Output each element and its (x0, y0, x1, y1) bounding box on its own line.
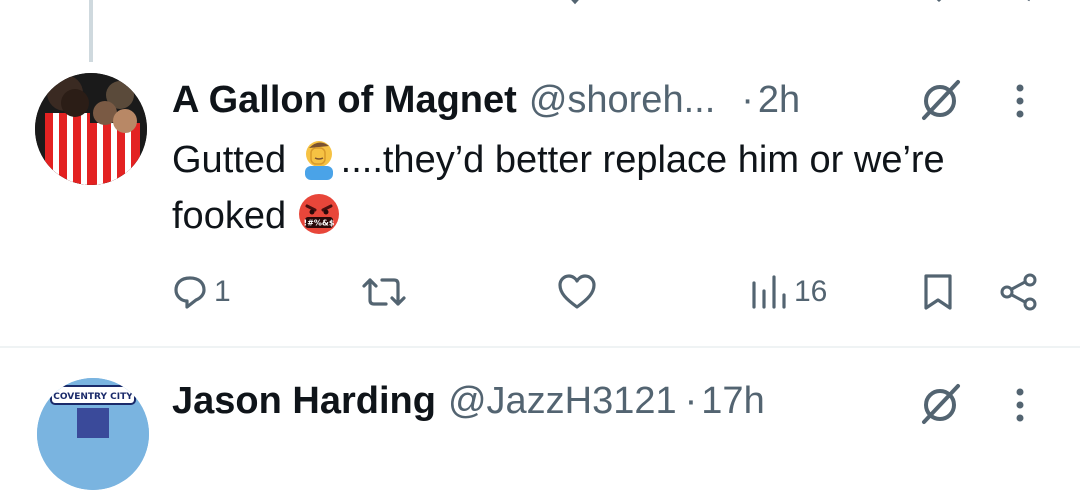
reply-icon[interactable] (180, 0, 210, 6)
author-name[interactable]: A Gallon of Magnet (172, 79, 517, 122)
next-separator-dot: · (684, 380, 698, 422)
author-handle[interactable]: @shoreh... (529, 79, 715, 122)
previous-tweet-actions (0, 0, 1080, 6)
repost-button[interactable] (360, 268, 408, 316)
views-icon (752, 275, 786, 309)
reply-count: 1 (214, 275, 231, 308)
facepalm-emoji-icon (304, 141, 333, 180)
next-avatar-text: COVENTRY CITY (53, 392, 133, 402)
reply-button[interactable]: 1 (172, 268, 231, 316)
bookmark-icon[interactable] (924, 0, 954, 6)
next-more-options-icon[interactable] (1005, 384, 1035, 426)
tweet-divider (0, 346, 1080, 348)
share-icon[interactable] (1000, 0, 1036, 6)
views-icon[interactable] (752, 0, 792, 6)
views-button[interactable]: 16 (748, 268, 827, 316)
next-timestamp[interactable]: 17h (701, 380, 764, 423)
bookmark-button[interactable] (918, 268, 958, 316)
next-author-name[interactable]: Jason Harding (172, 380, 436, 423)
next-avatar[interactable]: COVENTRY CITY (37, 378, 149, 490)
like-icon[interactable] (560, 0, 590, 6)
avatar[interactable] (35, 73, 147, 185)
share-icon (1000, 273, 1037, 311)
face-with-symbols-on-mouth-emoji-icon: !#%&$ (298, 194, 339, 234)
like-button[interactable] (556, 268, 598, 316)
repost-icon[interactable] (368, 0, 398, 6)
emoji-symbols: !#%&$ (303, 219, 334, 228)
next-tweet-header: Jason Harding @JazzH3121 · 17h (172, 380, 765, 423)
more-options-icon[interactable] (1005, 80, 1035, 122)
separator-dot: · (741, 78, 754, 121)
reply-icon (174, 276, 206, 309)
bookmark-icon (924, 274, 952, 310)
timestamp[interactable]: 2h (758, 79, 800, 122)
grok-icon[interactable] (914, 76, 966, 124)
share-button[interactable] (998, 268, 1040, 316)
repost-icon (362, 278, 406, 306)
tweet-header: A Gallon of Magnet @shoreh... · 2h (172, 76, 800, 124)
next-grok-icon[interactable] (914, 380, 966, 428)
heart-icon (558, 274, 596, 309)
thread-line (89, 0, 93, 62)
tweet-text: Gutted ....they’d better replace him or … (172, 132, 1052, 244)
views-count: 16 (794, 275, 828, 308)
next-author-handle[interactable]: @JazzH3121 (448, 380, 677, 423)
tweet-text-part1: Gutted (172, 139, 297, 181)
